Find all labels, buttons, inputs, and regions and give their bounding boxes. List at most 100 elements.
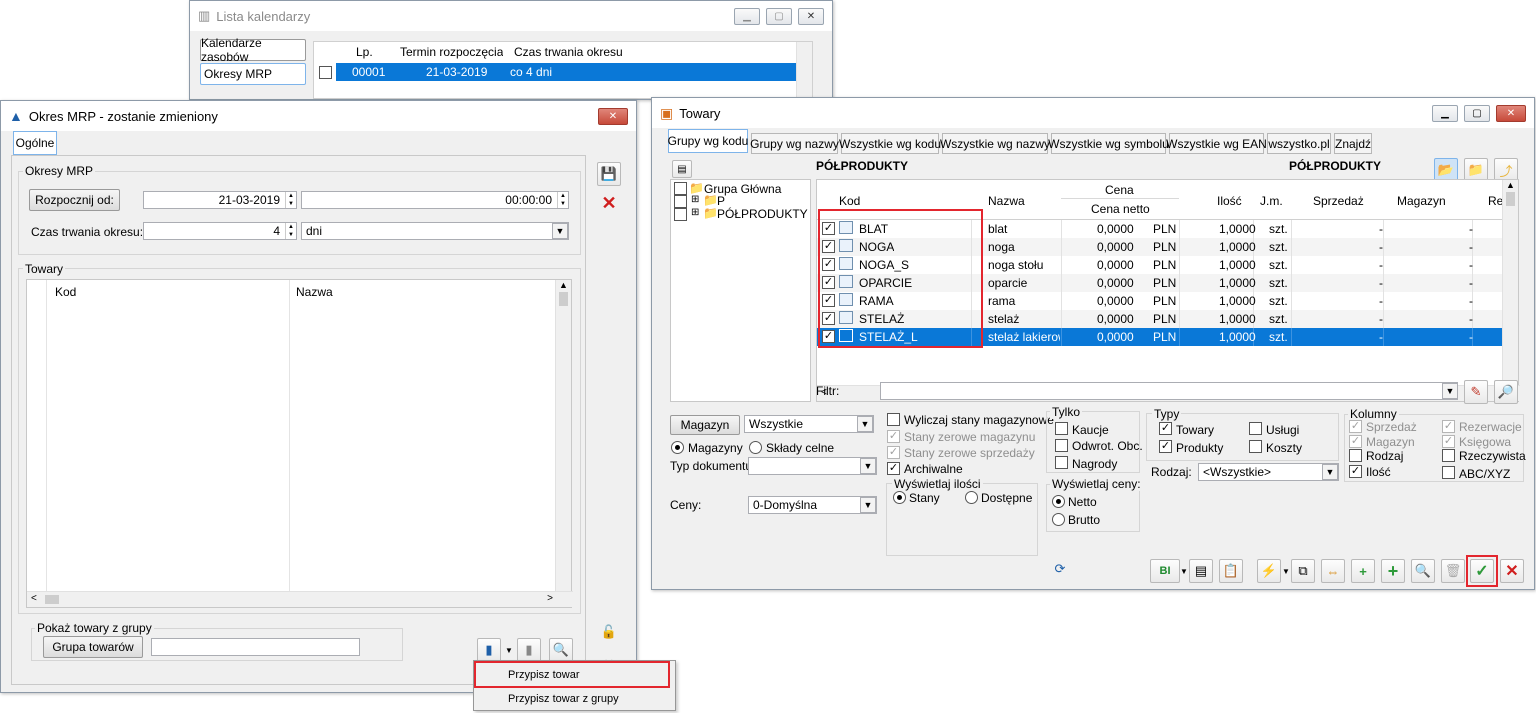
expand-icon[interactable]: ⊞ bbox=[691, 194, 699, 205]
grupa-towarow-button[interactable]: Grupa towarów bbox=[43, 636, 143, 658]
chevron-down-icon[interactable]: ▼ bbox=[552, 223, 568, 239]
checkbox-col-rodzaj[interactable] bbox=[1349, 449, 1362, 462]
radio-stany[interactable] bbox=[893, 491, 906, 504]
vertical-scrollbar[interactable]: ▲ bbox=[555, 280, 571, 592]
date-input[interactable]: 21-03-2019 bbox=[143, 191, 297, 209]
flash-icon[interactable]: ⚡ bbox=[1257, 559, 1281, 583]
close-icon[interactable]: ✕ bbox=[798, 8, 824, 25]
scroll-up-icon[interactable]: ▲ bbox=[556, 280, 571, 290]
checkbox-uslugi[interactable] bbox=[1249, 422, 1262, 435]
assign-item-icon[interactable]: ▮ bbox=[477, 638, 501, 662]
tab-znajdz[interactable]: Znajdź bbox=[1334, 133, 1372, 154]
checkbox-col-magazyn[interactable]: ✓ bbox=[1349, 435, 1362, 448]
checkbox-kaucje[interactable] bbox=[1055, 422, 1068, 435]
checkbox-wyliczaj[interactable] bbox=[887, 413, 900, 426]
clear-filter-icon[interactable]: ✎ bbox=[1464, 380, 1488, 404]
merge-icon[interactable]: ⇔ bbox=[1321, 559, 1345, 583]
time-input[interactable]: 00:00:00 bbox=[301, 191, 569, 209]
tab-wszystkie-wg-ean[interactable]: Wszystkie wg EAN bbox=[1166, 133, 1267, 154]
chevron-down-icon[interactable]: ▼ bbox=[1442, 383, 1458, 399]
checkbox-col-abc[interactable] bbox=[1442, 466, 1455, 479]
radio-brutto[interactable] bbox=[1052, 513, 1065, 526]
checkbox-towary[interactable]: ✓ bbox=[1159, 422, 1172, 435]
tree-view-icon[interactable]: ▤ bbox=[672, 160, 692, 178]
col-kod[interactable]: Kod bbox=[55, 285, 76, 299]
assign-group-icon[interactable]: ▮ bbox=[517, 638, 541, 662]
cancel-icon[interactable]: ✕ bbox=[1500, 559, 1524, 583]
scroll-left-icon[interactable]: < bbox=[31, 593, 37, 604]
filtr-input[interactable] bbox=[880, 382, 1458, 400]
tree-node-polprodukty[interactable]: PÓŁPRODUKTY bbox=[717, 207, 808, 221]
radio-magazyny[interactable] bbox=[671, 441, 684, 454]
chevron-down-icon[interactable]: ▼ bbox=[1282, 559, 1290, 583]
col-termin[interactable]: Termin rozpoczęcia bbox=[400, 45, 503, 59]
col-nazwa[interactable]: Nazwa bbox=[296, 285, 333, 299]
col-jm[interactable]: J.m. bbox=[1260, 194, 1283, 208]
scrollbar[interactable] bbox=[796, 42, 812, 100]
col-cena[interactable]: Cena bbox=[1105, 183, 1134, 197]
magazyn-button[interactable]: Magazyn bbox=[670, 415, 740, 435]
refresh-icon[interactable]: ⟳ bbox=[1048, 557, 1072, 581]
chevron-down-icon[interactable]: ▼ bbox=[860, 497, 876, 513]
radio-netto[interactable] bbox=[1052, 495, 1065, 508]
vertical-scrollbar[interactable]: ▲ bbox=[1502, 180, 1518, 387]
checkbox-col-sprzedaz[interactable]: ✓ bbox=[1349, 420, 1362, 433]
menu-item-przypisz-z-grupy[interactable]: Przypisz towar z grupy bbox=[476, 688, 672, 710]
horizontal-scrollbar[interactable]: < > bbox=[27, 591, 573, 607]
add-icon[interactable]: + bbox=[1381, 559, 1405, 583]
towary-titlebar[interactable]: ▣ Towary ▁ ▢ ✕ bbox=[652, 98, 1534, 128]
rozpocznij-od-button[interactable]: Rozpocznij od: bbox=[29, 189, 120, 211]
checkbox-koszty[interactable] bbox=[1249, 440, 1262, 453]
scroll-thumb[interactable] bbox=[1506, 192, 1515, 206]
search-icon[interactable]: 🔍 bbox=[1411, 559, 1435, 583]
save-icon[interactable]: 💾 bbox=[597, 162, 621, 186]
tab-ogolne[interactable]: Ogólne bbox=[13, 131, 57, 155]
tab-grupy-wg-nazwy[interactable]: Grupy wg nazwy bbox=[750, 133, 839, 154]
tab-grupy-wg-kodu[interactable]: Grupy wg kodu bbox=[668, 129, 748, 153]
tab-wszystko-pl[interactable]: wszystko.pl bbox=[1267, 133, 1331, 154]
checkbox-nagrody[interactable] bbox=[1055, 456, 1068, 469]
col-magazyn[interactable]: Magazyn bbox=[1397, 194, 1446, 208]
checkbox-stany-zerowe-sprz[interactable]: ✓ bbox=[887, 446, 900, 459]
tree-checkbox[interactable] bbox=[674, 195, 687, 208]
typ-dokumentu-select[interactable] bbox=[748, 457, 877, 475]
ceny-select[interactable]: 0-Domyślna bbox=[748, 496, 877, 514]
checkbox-produkty[interactable]: ✓ bbox=[1159, 440, 1172, 453]
document-icon[interactable]: ▤ bbox=[1189, 559, 1213, 583]
tree-checkbox[interactable] bbox=[674, 208, 687, 221]
bi-icon[interactable]: BI bbox=[1150, 559, 1180, 583]
okres-mrp-titlebar[interactable]: ▲ Okres MRP - zostanie zmieniony ✕ bbox=[1, 101, 636, 131]
col-lp[interactable]: Lp. bbox=[356, 45, 373, 59]
search-icon[interactable]: 🔍 bbox=[549, 638, 573, 662]
checkbox-col-rezerwacje[interactable]: ✓ bbox=[1442, 420, 1455, 433]
tab-okresy-mrp[interactable]: Okresy MRP bbox=[200, 63, 306, 85]
chevron-down-icon[interactable]: ▼ bbox=[504, 638, 514, 662]
scroll-up-icon[interactable]: ▲ bbox=[1503, 180, 1518, 190]
cancel-icon[interactable]: ✕ bbox=[597, 191, 621, 215]
tab-wszystkie-wg-symbolu[interactable]: Wszystkie wg symbolu bbox=[1048, 133, 1169, 154]
add-folder-icon[interactable]: + bbox=[1351, 559, 1375, 583]
czas-stepper[interactable]: ▲ ▼ bbox=[285, 223, 296, 239]
rodzaj-select[interactable]: <Wszystkie> bbox=[1198, 463, 1339, 481]
tab-wszystkie-wg-kodu[interactable]: Wszystkie wg kodu bbox=[839, 133, 941, 154]
maximize-icon[interactable]: ▢ bbox=[766, 8, 792, 25]
tree-node-p[interactable]: P bbox=[717, 194, 725, 208]
col-sprzedaz[interactable]: Sprzedaż bbox=[1313, 194, 1364, 208]
chevron-down-icon[interactable]: ▼ bbox=[1322, 464, 1338, 480]
time-stepper[interactable]: ▲ ▼ bbox=[557, 192, 568, 208]
col-ilosc[interactable]: Ilość bbox=[1217, 194, 1242, 208]
checkbox-col-ilosc[interactable]: ✓ bbox=[1349, 465, 1362, 478]
radio-sklady-celne[interactable] bbox=[749, 441, 762, 454]
scroll-right-icon[interactable]: > bbox=[547, 593, 553, 604]
trash-icon[interactable]: 🗑 bbox=[1441, 559, 1465, 583]
filter-edit-icon[interactable]: 🔎 bbox=[1494, 380, 1518, 404]
chevron-down-icon[interactable]: ▼ bbox=[857, 416, 873, 432]
chevron-down-icon[interactable]: ▼ bbox=[1180, 559, 1188, 583]
scroll-thumb[interactable] bbox=[559, 292, 568, 306]
col-cena-netto[interactable]: Cena netto bbox=[1091, 202, 1150, 216]
row-checkbox[interactable] bbox=[319, 66, 332, 79]
clipboard-icon[interactable]: 📋 bbox=[1219, 559, 1243, 583]
checkbox-stany-zerowe-mag[interactable]: ✓ bbox=[887, 430, 900, 443]
minimize-icon[interactable]: ▁ bbox=[1432, 105, 1458, 122]
minimize-icon[interactable]: ▁ bbox=[734, 8, 760, 25]
